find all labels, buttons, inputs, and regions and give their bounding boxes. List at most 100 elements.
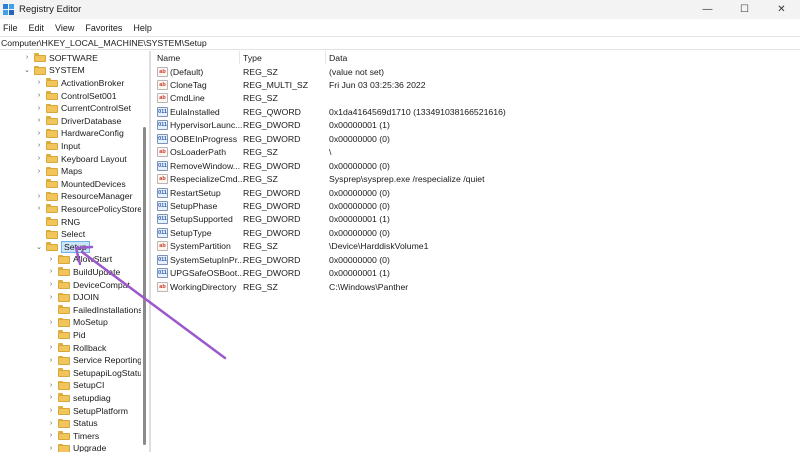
expand-chevron-icon[interactable]: › [35,127,43,139]
tree-item[interactable]: › ResourceManager [35,190,133,203]
tree-item[interactable]: › DriverDatabase [35,115,122,128]
tree-item[interactable]: › HardwareConfig [35,127,124,140]
tree-item[interactable]: › Keyboard Layout [35,152,127,165]
tree-item[interactable]: Select [35,228,85,241]
value-row[interactable]: 011 RestartSetup REG_DWORD 0x00000000 (0) [152,186,800,199]
tree-item[interactable]: › CurrentControlSet [35,102,131,115]
collapse-chevron-icon[interactable]: ⌄ [35,241,43,253]
maximize-button[interactable]: ☐ [726,0,763,19]
column-divider[interactable] [325,51,326,64]
tree-item[interactable]: › Rollback [47,341,107,354]
value-row[interactable]: 011 UPGSafeOSBoot... REG_DWORD 0x00000001 (… [152,267,800,280]
menu-favorites[interactable]: Favorites [82,23,127,33]
expand-chevron-icon[interactable]: › [35,77,43,89]
value-row[interactable]: 011 SetupSupported REG_DWORD 0x00000001 (1) [152,213,800,226]
tree-item[interactable]: › ActivationBroker [35,77,124,90]
tree-item[interactable]: › MoSetup [47,316,108,329]
tree-item[interactable]: › AllowStart [47,253,112,266]
expand-chevron-icon[interactable]: › [47,430,55,442]
expand-chevron-icon[interactable]: › [47,392,55,404]
tree-item[interactable]: ⌄ Setup [35,240,90,254]
value-row[interactable]: ab WorkingDirectory REG_SZ C:\Windows\Panth… [152,280,800,293]
value-row[interactable]: ab SystemPartition REG_SZ \Device\HarddiskV… [152,240,800,253]
tree-item[interactable]: › DeviceCompat [47,278,130,291]
expand-chevron-icon[interactable]: › [35,115,43,127]
tree-item[interactable]: › Status [47,417,98,430]
string-value-icon: ab [157,79,168,90]
menu-help[interactable]: Help [130,23,157,33]
tree-item[interactable]: › DJOIN [47,291,99,304]
tree-item[interactable]: SetupapiLogStatu [47,367,142,380]
expand-chevron-icon[interactable]: › [47,253,55,265]
value-row[interactable]: 011 RemoveWindow... REG_DWORD 0x00000000 (0… [152,159,800,172]
address-bar[interactable]: Computer\HKEY_LOCAL_MACHINE\SYSTEM\Setup [0,36,800,50]
value-type: REG_DWORD [243,120,301,131]
tree-item[interactable]: ⌄ SYSTEM [23,64,85,77]
tree-item[interactable]: › BuildUpdate [47,266,121,279]
menu-edit[interactable]: Edit [26,23,50,33]
tree-item[interactable]: › Upgrade [47,442,106,452]
collapse-chevron-icon[interactable]: ⌄ [23,64,31,76]
column-header-type[interactable]: Type [243,53,262,63]
expand-chevron-icon[interactable]: › [35,203,43,215]
pane-splitter[interactable] [149,51,151,452]
expand-chevron-icon[interactable]: › [47,417,55,429]
tree-item[interactable]: FailedInstallations [47,304,143,317]
tree-item-label: Select [61,229,86,240]
expand-chevron-icon[interactable]: › [47,442,55,452]
tree-item[interactable]: RNG [35,215,80,228]
tree-item[interactable]: › Input [35,140,81,153]
expand-chevron-icon[interactable]: › [47,342,55,354]
tree-item[interactable]: › ControlSet001 [35,89,117,102]
tree-item[interactable]: › SetupCI [47,379,105,392]
expand-chevron-icon[interactable]: › [47,316,55,328]
value-row[interactable]: 011 HypervisorLaunc... REG_DWORD 0x00000001… [152,119,800,132]
value-row[interactable]: ab CmdLine REG_SZ [152,92,800,105]
tree-scrollbar-thumb[interactable] [143,127,146,445]
tree-item[interactable]: › SOFTWARE [23,52,98,65]
minimize-button[interactable]: — [689,0,726,19]
expand-chevron-icon[interactable]: › [35,165,43,177]
value-row[interactable]: ab (Default) REG_SZ (value not set) [152,65,800,78]
tree-item[interactable]: › setupdiag [47,392,111,405]
tree-scrollbar[interactable] [141,51,148,452]
tree-item-label: ResourcePolicyStore [61,203,143,214]
expand-chevron-icon[interactable]: › [47,379,55,391]
value-row[interactable]: 011 SetupType REG_DWORD 0x00000000 (0) [152,226,800,239]
tree-item[interactable]: › ResourcePolicyStore [35,203,142,216]
value-row[interactable]: ab RespecializeCmd... REG_SZ Sysprep\syspre… [152,173,800,186]
value-row[interactable]: 011 OOBEInProgress REG_DWORD 0x00000000 (0) [152,132,800,145]
expand-chevron-icon[interactable]: › [47,354,55,366]
column-header-name[interactable]: Name [157,53,180,63]
column-header-data[interactable]: Data [329,53,347,63]
tree-item[interactable]: › Service Reporting [47,354,142,367]
value-row[interactable]: ab OsLoaderPath REG_SZ \ [152,146,800,159]
expand-chevron-icon[interactable]: › [47,266,55,278]
value-data: 0x00000000 (0) [329,133,390,144]
binary-value-icon: 011 [157,106,168,117]
menu-view[interactable]: View [52,23,79,33]
tree-item[interactable]: › Timers [47,430,99,443]
expand-chevron-icon[interactable]: › [35,102,43,114]
expand-chevron-icon[interactable]: › [35,140,43,152]
column-divider[interactable] [239,51,240,64]
tree-item-label: MoSetup [73,317,108,328]
expand-chevron-icon[interactable]: › [35,153,43,165]
expand-chevron-icon[interactable]: › [35,90,43,102]
value-row[interactable]: 011 SetupPhase REG_DWORD 0x00000000 (0) [152,200,800,213]
expand-chevron-icon[interactable]: › [47,291,55,303]
value-row[interactable]: 011 EulaInstalled REG_QWORD 0x1da4164569d17… [152,105,800,118]
expand-chevron-icon[interactable]: › [47,405,55,417]
tree-item[interactable]: MountedDevices [35,178,126,191]
expand-chevron-icon[interactable]: › [23,52,31,64]
value-data: 0x1da4164569d1710 (133491038166521616) [329,106,506,117]
value-row[interactable]: 011 SystemSetupInPr... REG_DWORD 0x00000000… [152,253,800,266]
expand-chevron-icon[interactable]: › [47,279,55,291]
tree-item[interactable]: Pid [47,329,86,342]
menu-file[interactable]: File [0,23,23,33]
expand-chevron-icon[interactable]: › [35,190,43,202]
close-button[interactable]: ✕ [763,0,800,19]
tree-item[interactable]: › Maps [35,165,82,178]
value-row[interactable]: ab CloneTag REG_MULTI_SZ Fri Jun 03 03:25:3… [152,78,800,91]
tree-item[interactable]: › SetupPlatform [47,404,128,417]
